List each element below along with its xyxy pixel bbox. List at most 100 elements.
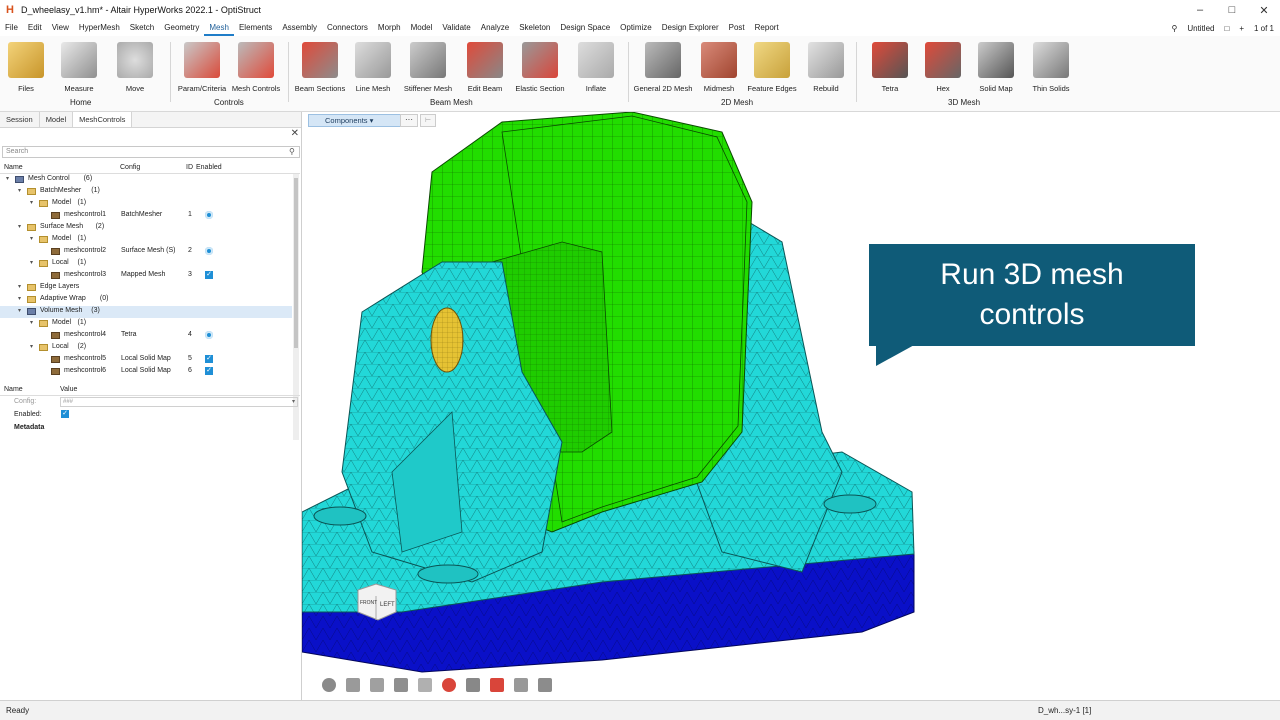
edit-beam-tool[interactable]: Edit Beam [455,42,515,93]
expand-arrow-icon[interactable]: ▾ [18,187,21,194]
menu-view[interactable]: View [47,20,74,36]
tree-row[interactable]: ▾ Mesh Control (6) [0,174,292,186]
solid-map-tool[interactable]: Solid Map [966,42,1026,93]
search-icon[interactable]: ⚲ [289,147,297,156]
menu-hypermesh[interactable]: HyperMesh [74,20,125,36]
tree-row[interactable]: ▾ Volume Mesh (3) [0,306,292,318]
menu-mesh[interactable]: Mesh [204,20,234,36]
enabled-checkbox[interactable]: ✓ [61,410,69,418]
menu-design-space[interactable]: Design Space [555,20,615,36]
tab-model[interactable]: Model [40,112,74,127]
tree-row[interactable]: ▾ BatchMesher (1) [0,186,292,198]
enabled-radio[interactable] [205,331,213,339]
status-model[interactable]: D_wh...sy-1 [1] [1038,706,1091,715]
tree-row[interactable]: meshcontrol5 Local Solid Map 5 ✓ [0,354,292,366]
col-id[interactable]: ID [186,164,193,171]
expand-arrow-icon[interactable]: ▾ [18,283,21,290]
tree-row[interactable]: ▾ Model (1) [0,234,292,246]
col-config[interactable]: Config [120,164,140,171]
tab-session[interactable]: Session [0,112,40,127]
search-input[interactable]: Search [2,146,300,158]
expand-arrow-icon[interactable]: ▾ [30,259,33,266]
general-2d-mesh-tool[interactable]: General 2D Mesh [633,42,693,93]
col-name[interactable]: Name [4,164,23,171]
enabled-checkbox[interactable]: ✓ [205,355,213,363]
enabled-checkbox[interactable]: ✓ [205,271,213,279]
tree-row[interactable]: meshcontrol6 Local Solid Map 6 ✓ [0,366,292,378]
tree-row[interactable]: ▾ Edge Layers [0,282,292,294]
mesh-controls-tool[interactable]: Mesh Controls [226,42,286,93]
eye-icon[interactable] [322,678,336,692]
config-select[interactable]: ### [60,397,298,407]
display-icon[interactable] [418,678,432,692]
menu-sketch[interactable]: Sketch [125,20,159,36]
enabled-radio[interactable] [205,247,213,255]
expand-arrow-icon[interactable]: ▾ [30,319,33,326]
tree-row[interactable]: meshcontrol4 Tetra 4 [0,330,292,342]
line-mesh-tool[interactable]: Line Mesh [343,42,403,93]
rebuild-tool[interactable]: Rebuild [796,42,856,93]
menu-design-explorer[interactable]: Design Explorer [657,20,724,36]
expand-arrow-icon[interactable]: ▾ [30,199,33,206]
expand-arrow-icon[interactable]: ▾ [6,175,9,182]
tree-row[interactable]: meshcontrol2 Surface Mesh (S) 2 [0,246,292,258]
search-icon[interactable]: ⚲ [1171,24,1177,33]
menu-post[interactable]: Post [724,20,750,36]
page-layout-icon[interactable]: □ [1224,24,1229,33]
tetra-tool[interactable]: Tetra [860,42,920,93]
param-criteria-tool[interactable]: Param/Criteria [172,42,232,93]
thin-solids-tool[interactable]: Thin Solids [1021,42,1081,93]
scrollbar-thumb[interactable] [294,178,298,348]
tab-meshcontrols[interactable]: MeshControls [73,112,133,127]
enabled-radio[interactable] [205,211,213,219]
menu-edit[interactable]: Edit [23,20,47,36]
add-page-icon[interactable]: + [1239,24,1244,33]
menu-assembly[interactable]: Assembly [277,20,322,36]
menu-geometry[interactable]: Geometry [159,20,204,36]
session-selector[interactable]: Untitled [1187,24,1214,33]
tree-row[interactable]: ▾ Model (1) [0,198,292,210]
feature-edges-tool[interactable]: Feature Edges [742,42,802,93]
tree-row[interactable]: ▾ Local (2) [0,342,292,354]
view-cube[interactable]: FRONT LEFT [350,580,404,624]
menu-morph[interactable]: Morph [373,20,406,36]
expand-arrow-icon[interactable]: ▾ [30,235,33,242]
axis-icon[interactable] [466,678,480,692]
view-controls-icon[interactable] [346,678,360,692]
tree-row[interactable]: ▾ Model (1) [0,318,292,330]
menu-file[interactable]: File [0,20,23,36]
menu-validate[interactable]: Validate [437,20,475,36]
graphics-viewport[interactable]: Components ▾ ··· ⊢ Run 3D mesh controls … [302,112,1280,700]
minimize-button[interactable]: – [1184,0,1216,20]
menu-elements[interactable]: Elements [234,20,277,36]
tree-row[interactable]: ▾ Local (1) [0,258,292,270]
measure-view-icon[interactable] [514,678,528,692]
wheel-assembly-model[interactable] [302,112,1280,700]
section-cut-icon[interactable] [394,678,408,692]
enabled-checkbox[interactable]: ✓ [205,367,213,375]
lock-icon[interactable] [538,678,552,692]
menu-optimize[interactable]: Optimize [615,20,657,36]
col-enabled[interactable]: Enabled [196,164,222,171]
menu-connectors[interactable]: Connectors [322,20,373,36]
more-options-button[interactable]: ··· [400,114,418,127]
expand-arrow-icon[interactable]: ▾ [18,223,21,230]
hex-tool[interactable]: Hex [913,42,973,93]
stiffener-mesh-tool[interactable]: Stiffener Mesh [398,42,458,93]
pin-icon[interactable]: ⊢ [420,114,436,127]
move-tool[interactable]: Move [105,42,165,93]
find-icon[interactable] [490,678,504,692]
no-display-icon[interactable] [442,678,456,692]
maximize-button[interactable]: □ [1216,0,1248,20]
expand-arrow-icon[interactable]: ▾ [18,307,21,314]
menu-analyze[interactable]: Analyze [476,20,514,36]
tree-row[interactable]: meshcontrol3 Mapped Mesh 3 ✓ [0,270,292,282]
midmesh-tool[interactable]: Midmesh [689,42,749,93]
tree-row[interactable]: ▾ Adaptive Wrap (0) [0,294,292,306]
beam-sections-tool[interactable]: Beam Sections [290,42,350,93]
close-icon[interactable]: ✕ [291,128,299,139]
measure-tool[interactable]: Measure [49,42,109,93]
inflate-tool[interactable]: Inflate [566,42,626,93]
menu-skeleton[interactable]: Skeleton [514,20,555,36]
menu-model[interactable]: Model [406,20,438,36]
